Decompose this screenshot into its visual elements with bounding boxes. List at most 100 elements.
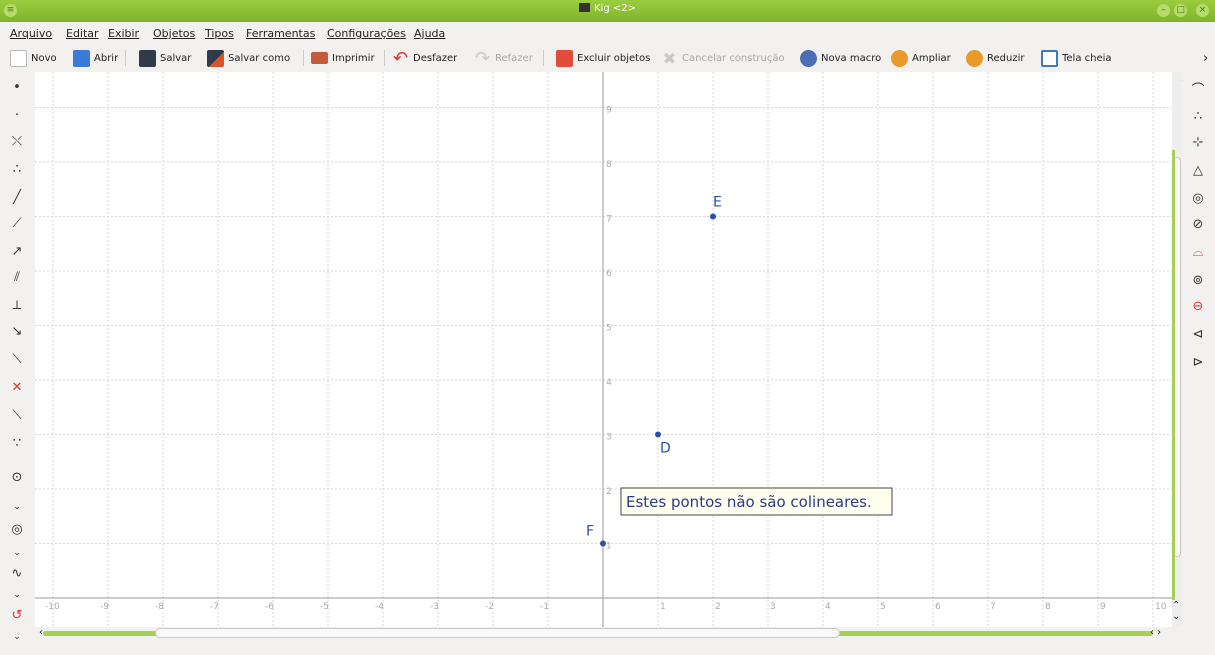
scroll-left-right-icon[interactable]: ‹ › [1150, 627, 1161, 638]
toolbar-overflow-button[interactable]: › [1203, 48, 1208, 68]
save-label: Salvar [160, 52, 192, 64]
expand-down-icon[interactable]: ⌄ [8, 586, 26, 604]
parallel-line-icon[interactable]: ⫽ [8, 268, 26, 286]
window-title: Kig <2> [594, 3, 636, 14]
menu-tipos[interactable]: Tipos [205, 27, 234, 40]
bisector-tool-icon[interactable]: ⟍ [8, 350, 26, 368]
x-tick-label: -10 [45, 602, 60, 612]
cancel-construction-icon: ✖ [662, 48, 677, 68]
circle-line-icon[interactable]: ⊖ [1188, 296, 1208, 316]
line-tool-icon[interactable]: ╱ [8, 188, 26, 206]
menu-exibir[interactable]: Exibir [108, 27, 139, 40]
zoom-out-label: Reduzir [987, 52, 1025, 64]
x-tick-label: 6 [935, 602, 941, 612]
expand-down-icon[interactable]: ⌄ [8, 544, 26, 562]
scroll-up-icon[interactable]: ⌃ [1172, 600, 1180, 611]
undo-button[interactable]: ↶ Desfazer [392, 48, 457, 68]
horizontal-scroll-thumb[interactable] [155, 628, 840, 638]
full-screen-label: Tela cheia [1062, 52, 1112, 64]
save-as-button[interactable]: Salvar como [207, 48, 290, 68]
spiral-icon[interactable]: ◎ [1188, 188, 1208, 208]
circle-dot-icon[interactable]: ⊚ [1188, 270, 1208, 290]
redo-label: Refazer [495, 52, 533, 64]
circle-tool-icon[interactable]: ⊙ [8, 468, 26, 486]
point-d [655, 431, 661, 438]
curve-tool-icon[interactable]: ∿ [8, 564, 26, 582]
x-tick-label: -7 [210, 602, 219, 612]
mirror-point-icon[interactable]: ⊹ [1188, 132, 1208, 152]
x-tick-label: 4 [825, 602, 831, 612]
delete-objects-icon [556, 49, 573, 67]
y-tick-label: 3 [606, 433, 612, 443]
coordinate-plane[interactable]: -10 -9 -8 -7 -6 -5 -4 -3 -2 -1 1 2 3 4 5 6 7 8 9 10 1 2 3 4 5 6 7 8… [35, 72, 1172, 627]
x-tick-label: 10 [1155, 602, 1167, 612]
transform-tool-icon[interactable]: ↺ [8, 606, 26, 624]
perpendicular-line-icon[interactable]: ⟂ [8, 296, 26, 314]
vector-tool-icon[interactable]: ↘ [8, 322, 26, 340]
undo-label: Desfazer [413, 52, 458, 64]
gear-icon [800, 49, 817, 67]
printer-icon [311, 52, 328, 64]
intersection-tool-icon[interactable]: ⤬ [8, 132, 26, 150]
full-screen-button[interactable]: Tela cheia [1041, 48, 1112, 68]
point-label-e: E [713, 195, 722, 211]
point-tool-icon[interactable]: • [8, 78, 26, 96]
title-bar: ≡ Kig <2> – □ × [0, 0, 1215, 22]
triangle-points-icon[interactable]: △ [1188, 160, 1208, 180]
ray-tool-icon[interactable]: ↗ [8, 242, 26, 260]
scroll-left-icon[interactable]: ‹ [39, 627, 43, 638]
y-tick-label: 8 [606, 160, 612, 170]
menu-objetos[interactable]: Objetos [153, 27, 195, 40]
cancel-construction-button[interactable]: ✖ Cancelar construção [661, 48, 785, 68]
new-button[interactable]: Novo [10, 48, 57, 68]
expand-down-icon[interactable]: ⌄ [8, 628, 26, 646]
save-as-icon [207, 49, 224, 67]
print-button[interactable]: Imprimir [311, 48, 375, 68]
minimize-icon[interactable]: – [1157, 4, 1170, 17]
menu-ferramentas[interactable]: Ferramentas [246, 27, 315, 40]
arc-dots-icon[interactable]: ⌓ [1188, 242, 1208, 262]
x-tick-label: -1 [540, 602, 549, 612]
x-tick-label: 7 [990, 602, 996, 612]
maximize-icon[interactable]: □ [1174, 4, 1187, 17]
arc-center-icon[interactable]: ∴ [1188, 106, 1208, 126]
expand-down-icon[interactable]: ⌄ [8, 498, 26, 516]
segment-axis-icon[interactable]: ⟍ [8, 406, 26, 424]
x-tick-label: -3 [430, 602, 439, 612]
y-tick-label: 1 [606, 542, 612, 552]
delete-objects-button[interactable]: Excluir objetos [556, 48, 650, 68]
polygon-points-icon[interactable]: ∵ [8, 434, 26, 452]
segment-tool-icon[interactable]: ⟋ [8, 214, 26, 232]
crossed-circle-icon[interactable]: ⊘ [1188, 214, 1208, 234]
open-button[interactable]: Abrir [73, 48, 118, 68]
zoom-in-button[interactable]: Ampliar [891, 48, 951, 68]
redo-button[interactable]: ↷ Refazer [474, 48, 533, 68]
x-tick-label: -6 [265, 602, 274, 612]
zoom-out-button[interactable]: Reduzir [966, 48, 1024, 68]
drawing-canvas[interactable]: -10 -9 -8 -7 -6 -5 -4 -3 -2 -1 1 2 3 4 5 6 7 8 9 10 1 2 3 4 5 6 7 8… [35, 72, 1172, 627]
menu-editar[interactable]: Editar [66, 27, 99, 40]
close-icon[interactable]: × [1196, 4, 1209, 17]
point-label-f: F [586, 524, 594, 540]
menu-arquivo[interactable]: Arquivo [10, 27, 52, 40]
rotate-triangle-icon[interactable]: ⊳ [1188, 352, 1208, 372]
left-tool-palette: • · ⤬ ∴ ╱ ⟋ ↗ ⫽ ⟂ ↘ ⟍ ✕ ⟍ ∵ ⊙ ⌄ ◎ ⌄ ∿ ⌄ … [0, 72, 34, 655]
x-tick-label: 5 [880, 602, 886, 612]
menu-configuracoes[interactable]: Configurações [327, 27, 406, 40]
reflect-triangle-icon[interactable]: ⊲ [1188, 324, 1208, 344]
zoom-in-label: Ampliar [912, 52, 951, 64]
x-tick-label: -9 [100, 602, 109, 612]
delete-line-icon[interactable]: ✕ [8, 378, 26, 396]
conic-tool-icon[interactable]: ◎ [8, 520, 26, 538]
horizontal-scrollbar[interactable] [35, 627, 1165, 639]
save-button[interactable]: Salvar [139, 48, 191, 68]
new-macro-button[interactable]: Nova macro [800, 48, 881, 68]
point-by-coordinates-icon[interactable]: · [8, 106, 26, 124]
y-tick-label: 5 [606, 324, 612, 334]
midpoint-tool-icon[interactable]: ∴ [8, 160, 26, 178]
menu-ajuda[interactable]: Ajuda [414, 27, 445, 40]
scroll-down-icon[interactable]: ⌄ [1172, 611, 1180, 622]
arc-points-icon[interactable]: ⌒ [1188, 78, 1208, 98]
zoom-out-icon [966, 49, 983, 67]
zoom-in-icon [891, 49, 908, 67]
